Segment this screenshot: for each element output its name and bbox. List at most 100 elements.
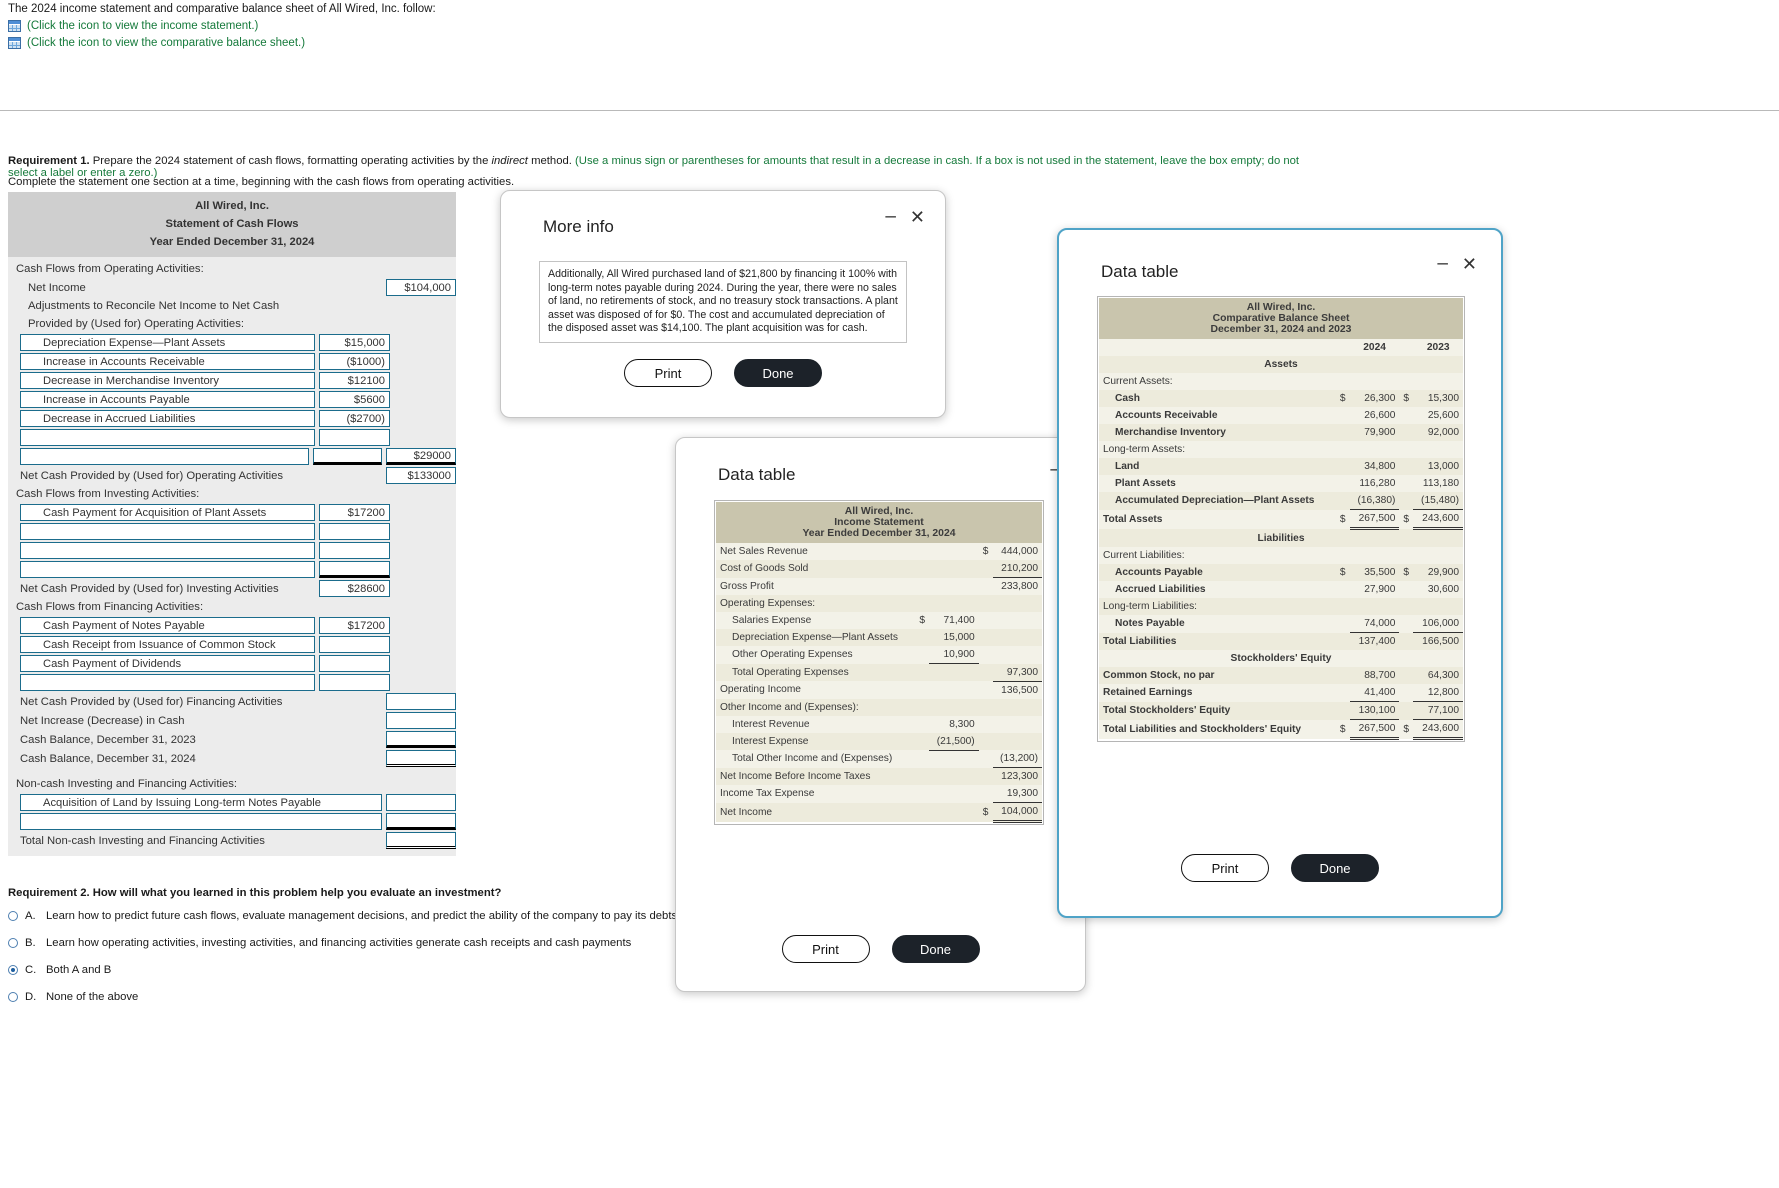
entry-value-input[interactable]: $17200	[319, 617, 390, 634]
income-statement-link-text[interactable]: (Click the icon to view the income state…	[27, 20, 258, 32]
answer-option[interactable]: B. Learn how operating activities, invest…	[8, 937, 750, 949]
entry-value-input[interactable]	[319, 542, 390, 559]
row-currency-2	[978, 767, 993, 785]
row-currency-1	[915, 767, 930, 785]
entry-label-input[interactable]	[20, 542, 315, 559]
net-financing-value-input[interactable]	[386, 693, 456, 710]
answer-option[interactable]: D. None of the above	[8, 991, 750, 1003]
net-increase-value-input[interactable]	[386, 712, 456, 729]
minimize-icon[interactable]: –	[1437, 254, 1448, 273]
balance-sheet-table: All Wired, Inc. Comparative Balance Sheet…	[1099, 298, 1463, 740]
row-value-2: 15,300	[1413, 390, 1463, 407]
net-operating-row: Net Cash Provided by (Used for) Operatin…	[8, 466, 456, 485]
minimize-icon[interactable]: –	[885, 207, 896, 226]
row-label: Current Liabilities:	[1099, 547, 1336, 564]
table-icon[interactable]	[8, 37, 21, 49]
entry-value-input[interactable]	[319, 523, 390, 540]
cash-begin-value-input[interactable]	[386, 731, 456, 748]
done-button[interactable]: Done	[891, 935, 980, 963]
row-label: Gross Profit	[716, 577, 916, 595]
row-value-1: 15,000	[929, 629, 979, 646]
statement-entry-row	[8, 560, 456, 579]
print-button[interactable]: Print	[1181, 854, 1269, 882]
done-button[interactable]: Done	[1291, 854, 1379, 882]
entry-label-input[interactable]	[20, 561, 315, 578]
balance-sheet-link-row[interactable]: (Click the icon to view the comparative …	[8, 37, 908, 49]
entry-value-input[interactable]	[386, 813, 456, 830]
print-button[interactable]: Print	[781, 935, 870, 963]
requirement-1-text-a: Prepare the 2024 statement of cash flows…	[89, 155, 492, 167]
entry-value-input[interactable]: ($1000)	[319, 353, 390, 370]
entry-label-input[interactable]	[20, 813, 383, 830]
table-row: Operating Expenses:	[716, 595, 1042, 612]
row-value-1	[929, 663, 979, 681]
row-label: Long-term Liabilities:	[1099, 598, 1336, 615]
net-operating-value-input[interactable]: $133000	[386, 467, 456, 484]
table-period: December 31, 2024 and 2023	[1210, 324, 1352, 335]
balance-sheet-link-text[interactable]: (Click the icon to view the comparative …	[27, 37, 305, 49]
entry-value-input[interactable]: ($2700)	[319, 410, 390, 427]
close-icon[interactable]: ✕	[910, 208, 925, 226]
cash-end-value-input[interactable]	[386, 750, 456, 767]
row-label: Other Income and (Expenses):	[716, 698, 916, 716]
table-icon[interactable]	[8, 20, 21, 32]
done-button[interactable]: Done	[734, 359, 822, 387]
statement-entry-row: Cash Receipt from Issuance of Common Sto…	[8, 635, 456, 654]
row-currency-2	[978, 577, 993, 595]
entry-value-input[interactable]: $15,000	[319, 334, 390, 351]
entry-label-input[interactable]: Cash Receipt from Issuance of Common Sto…	[20, 636, 315, 653]
noncash-total-value-input[interactable]	[386, 832, 456, 849]
row-value-1	[929, 595, 979, 612]
row-value-1	[929, 577, 979, 595]
requirement-1-italic: indirect	[491, 155, 528, 167]
entry-value-input[interactable]	[319, 636, 390, 653]
entry-value-input[interactable]: $17200	[319, 504, 390, 521]
row-label: Net Sales Revenue	[716, 543, 916, 560]
table-row: Total Assets $267,500 $243,600	[1099, 509, 1463, 530]
radio-button[interactable]	[8, 965, 18, 975]
answer-option[interactable]: C. Both A and B	[8, 964, 750, 976]
row-currency-1	[1335, 667, 1350, 684]
entry-value-input[interactable]	[319, 561, 390, 578]
entry-value-input[interactable]	[319, 429, 390, 446]
entry-label-input[interactable]: Cash Payment of Notes Payable	[20, 617, 315, 634]
entry-label-input[interactable]: Increase in Accounts Receivable	[20, 353, 315, 370]
print-button[interactable]: Print	[624, 359, 712, 387]
entry-label-input[interactable]: Acquisition of Land by Issuing Long-term…	[20, 794, 383, 811]
entry-label-input[interactable]: Cash Payment of Dividends	[20, 655, 315, 672]
close-icon[interactable]: ✕	[1462, 255, 1477, 273]
entry-value-input[interactable]: $12100	[319, 372, 390, 389]
radio-button[interactable]	[8, 992, 18, 1002]
entry-label-input[interactable]: Increase in Accounts Payable	[20, 391, 315, 408]
income-statement-link-row[interactable]: (Click the icon to view the income state…	[8, 20, 908, 32]
net-income-value-input[interactable]: $104,000	[386, 279, 456, 296]
row-currency-2	[1399, 615, 1414, 633]
entry-label-input[interactable]: Decrease in Accrued Liabilities	[20, 410, 315, 427]
entry-label-input[interactable]	[20, 429, 315, 446]
entry-value-input[interactable]	[319, 655, 390, 672]
net-investing-value-input[interactable]: $28600	[319, 580, 390, 597]
entry-label-input[interactable]	[20, 523, 315, 540]
entry-value-input[interactable]: $5600	[319, 391, 390, 408]
radio-button[interactable]	[8, 938, 18, 948]
radio-button[interactable]	[8, 911, 18, 921]
statement-entry-row: Decrease in Accrued Liabilities ($2700)	[8, 409, 456, 428]
entry-label-input[interactable]: Decrease in Merchandise Inventory	[20, 372, 315, 389]
row-currency-2	[1399, 547, 1414, 564]
table-row: Cash $26,300 $15,300	[1099, 390, 1463, 407]
statement-period: Year Ended December 31, 2024	[149, 236, 315, 248]
statement-entry-row: Acquisition of Land by Issuing Long-term…	[8, 793, 456, 812]
row-currency-1	[1335, 547, 1350, 564]
section-subtotal-input[interactable]: $29000	[386, 448, 457, 465]
entry-label-input[interactable]	[20, 448, 309, 465]
row-value-2	[992, 698, 1042, 716]
row-currency-2	[1399, 475, 1414, 492]
answer-option[interactable]: A. Learn how to predict future cash flows…	[8, 910, 750, 922]
entry-value-input[interactable]	[312, 448, 383, 465]
entry-value-input[interactable]	[319, 674, 390, 691]
row-value-2: 77,100	[1413, 701, 1463, 720]
entry-label-input[interactable]	[20, 674, 315, 691]
entry-label-input[interactable]: Cash Payment for Acquisition of Plant As…	[20, 504, 315, 521]
entry-label-input[interactable]: Depreciation Expense—Plant Assets	[20, 334, 315, 351]
entry-value-input[interactable]	[386, 794, 456, 811]
